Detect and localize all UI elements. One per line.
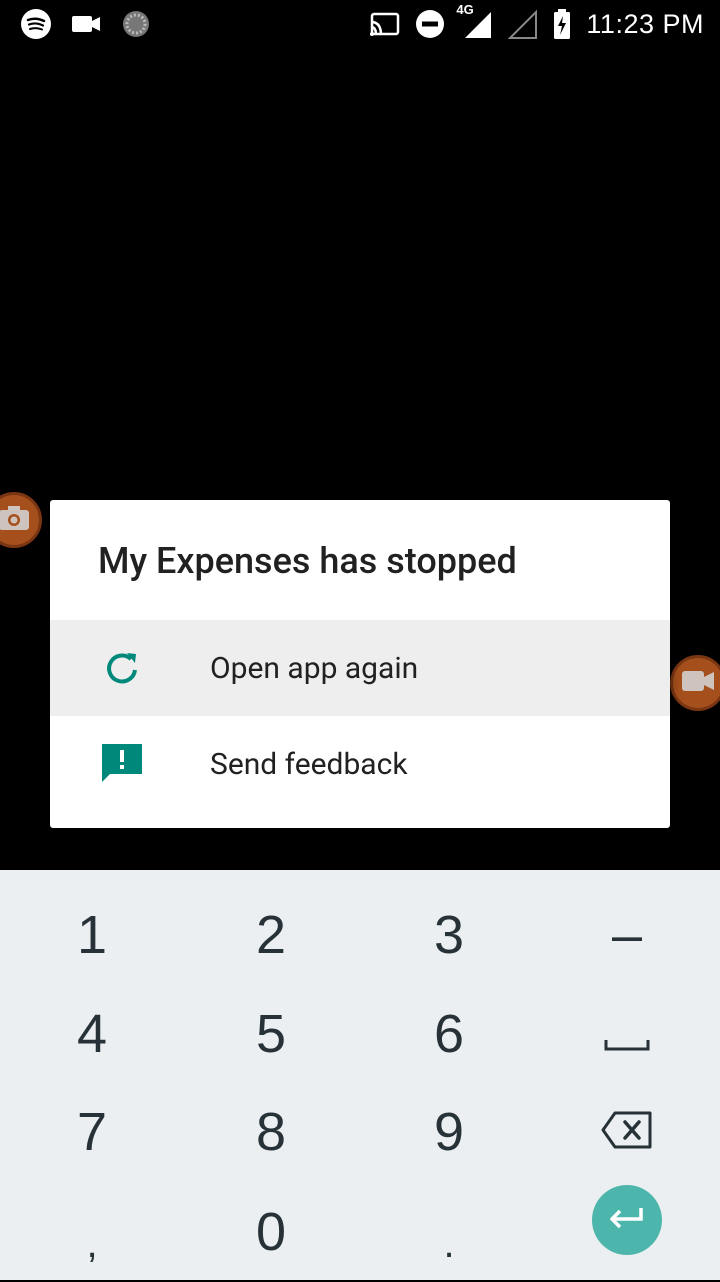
send-feedback-option[interactable]: Send feedback: [50, 716, 670, 812]
battery-charging-icon: [552, 8, 572, 40]
open-app-again-option[interactable]: Open app again: [50, 620, 670, 716]
loading-spinner-icon: [120, 8, 152, 40]
key-8[interactable]: 8: [181, 1082, 361, 1182]
key-3[interactable]: 3: [359, 885, 539, 985]
cast-icon: [368, 8, 400, 40]
refresh-icon: [100, 646, 144, 690]
key-6[interactable]: 6: [359, 984, 539, 1084]
camera-icon: [0, 504, 31, 536]
signal-4g-icon: 4G: [456, 2, 492, 40]
camera-overlay-button[interactable]: [0, 492, 42, 548]
network-type-label: 4G: [456, 2, 474, 17]
send-feedback-label: Send feedback: [210, 746, 408, 782]
video-overlay-button[interactable]: [670, 655, 720, 711]
key-2[interactable]: 2: [181, 885, 361, 985]
dialog-title: My Expenses has stopped: [98, 540, 517, 582]
do-not-disturb-icon: [414, 8, 446, 40]
key-0[interactable]: 0: [181, 1182, 361, 1282]
enter-key[interactable]: [592, 1185, 662, 1255]
key-5[interactable]: 5: [181, 984, 361, 1084]
enter-icon: [607, 1205, 647, 1235]
video-camera-icon: [680, 669, 716, 697]
status-bar: 4G 11:23 PM: [0, 0, 720, 48]
key-1[interactable]: 1: [2, 885, 182, 985]
key-9[interactable]: 9: [359, 1082, 539, 1182]
signal-empty-icon: [506, 8, 538, 40]
space-key[interactable]: [537, 984, 717, 1084]
video-camera-icon: [70, 8, 102, 40]
status-time: 11:23 PM: [586, 8, 704, 39]
numeric-keyboard: 1 2 3 – 4 5 6 7 8 9 , 0 .: [0, 870, 720, 1280]
key-comma[interactable]: ,: [2, 1182, 182, 1282]
key-period[interactable]: .: [359, 1182, 539, 1282]
app-stopped-dialog: My Expenses has stopped Open app again S…: [50, 500, 670, 828]
key-dash[interactable]: –: [537, 885, 717, 985]
space-bar-icon: [604, 1003, 650, 1065]
backspace-key[interactable]: [537, 1082, 717, 1182]
feedback-icon: [100, 742, 144, 786]
backspace-icon: [601, 1101, 653, 1163]
key-4[interactable]: 4: [2, 984, 182, 1084]
open-app-again-label: Open app again: [210, 650, 419, 686]
spotify-icon: [20, 8, 52, 40]
key-7[interactable]: 7: [2, 1082, 182, 1182]
